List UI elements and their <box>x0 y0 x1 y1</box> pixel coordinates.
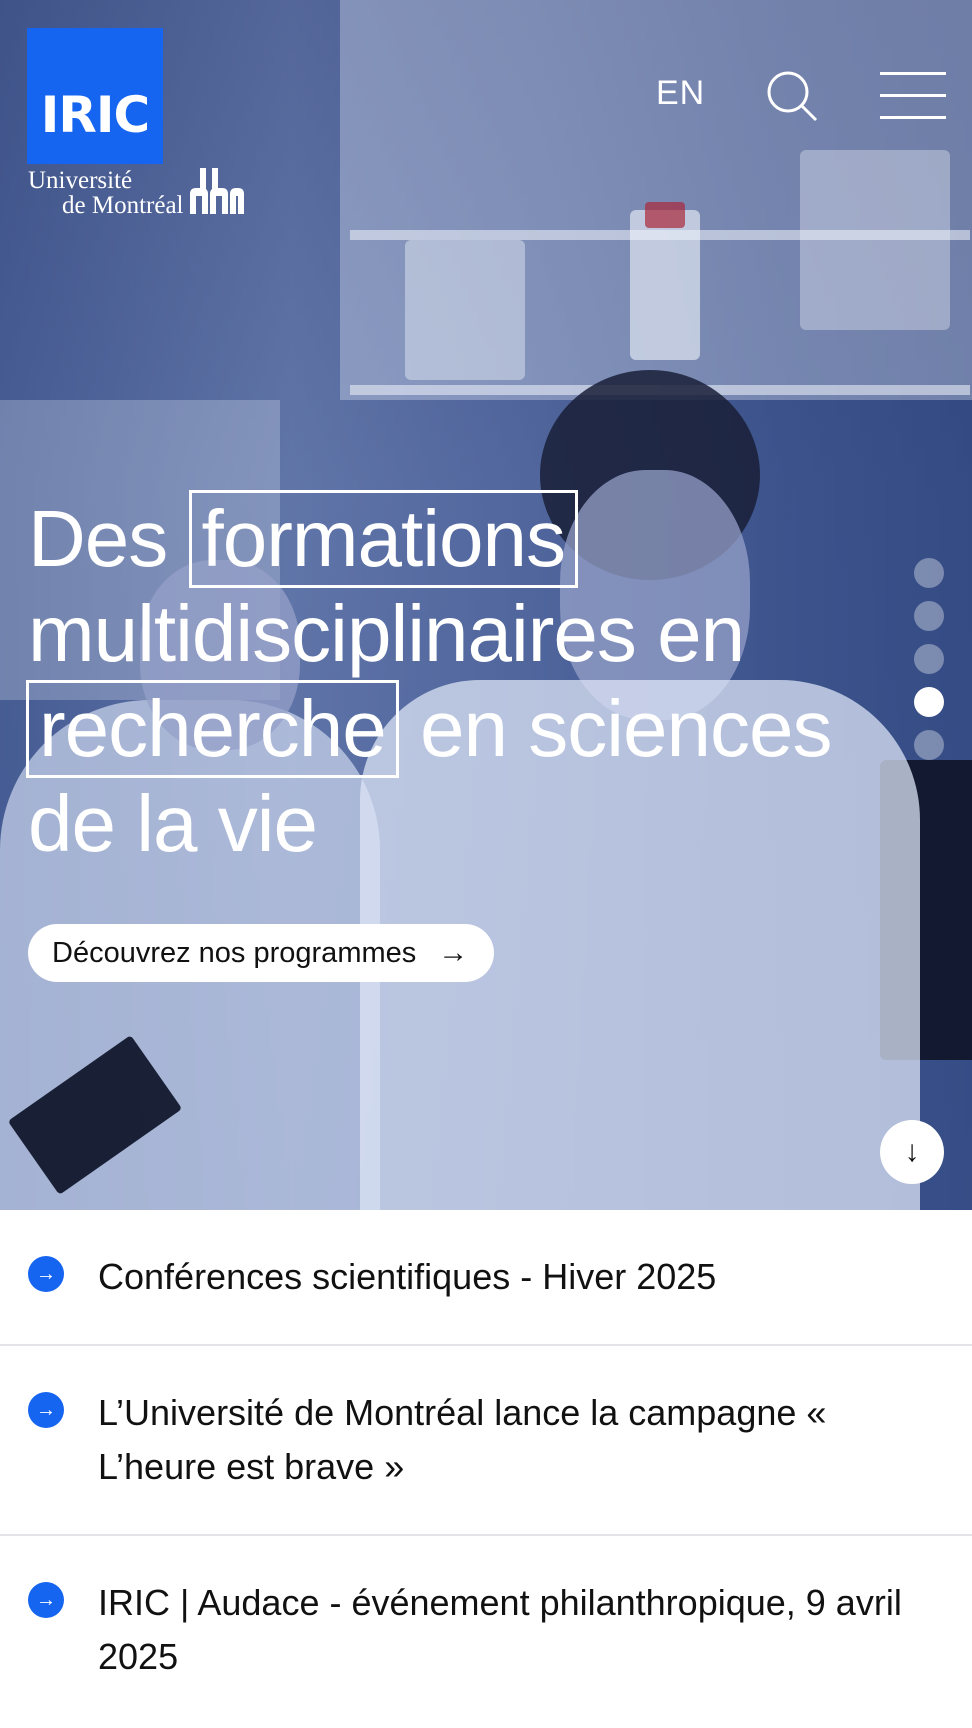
headline-line: multidisciplinaires en <box>28 589 745 678</box>
scroll-down-button[interactable]: ↓ <box>880 1120 944 1184</box>
um-emblem-icon <box>190 168 244 214</box>
menu-button[interactable] <box>880 72 946 120</box>
iric-logo[interactable]: IRIC <box>27 28 163 164</box>
arrow-right-icon: → <box>28 1392 64 1428</box>
slider-dot[interactable] <box>914 558 944 588</box>
hero-headline: Des formations multidisciplinaires en re… <box>26 490 928 870</box>
news-item[interactable]: → Conférences scientifiques - Hiver 2025 <box>0 1210 972 1346</box>
headline-boxed-word: formations <box>188 490 578 588</box>
background-bottle <box>630 210 700 360</box>
arrow-right-icon: → <box>28 1256 64 1292</box>
headline-word: en sciences <box>419 684 832 773</box>
university-name-line2: de Montréal <box>62 192 184 219</box>
background-bottle-cap <box>645 202 685 228</box>
news-title: IRIC | Audace - événement philanthropiqu… <box>98 1582 902 1677</box>
headline-word: Des <box>28 494 168 583</box>
news-item[interactable]: → IRIC | Audace - événement philanthropi… <box>0 1536 972 1724</box>
hero-banner: IRIC Université de Montréal EN Des forma… <box>0 0 972 1210</box>
universite-de-montreal-logo[interactable]: Université de Montréal <box>28 167 244 219</box>
arrow-right-icon: → <box>28 1582 64 1618</box>
news-list: → Conférences scientifiques - Hiver 2025… <box>0 1210 972 1724</box>
search-button[interactable] <box>766 70 818 122</box>
university-name-line1: Université <box>28 167 133 194</box>
news-title: L’Université de Montréal lance la campag… <box>98 1392 827 1487</box>
slider-pagination <box>914 558 944 773</box>
news-item[interactable]: → L’Université de Montréal lance la camp… <box>0 1346 972 1536</box>
slider-dot[interactable] <box>914 644 944 674</box>
logo-text: IRIC <box>40 86 150 144</box>
headline-boxed-word: recherche <box>26 680 399 778</box>
search-icon <box>767 71 818 122</box>
cta-label: Découvrez nos programmes <box>52 936 417 969</box>
discover-programs-button[interactable]: Découvrez nos programmes → <box>28 924 495 982</box>
language-switch-link[interactable]: EN <box>656 74 705 113</box>
background-box <box>800 150 950 330</box>
arrow-down-icon: ↓ <box>904 1135 920 1168</box>
hamburger-menu-icon <box>880 94 946 97</box>
slider-dot[interactable] <box>914 601 944 631</box>
slider-dot[interactable] <box>914 730 944 760</box>
arrow-right-icon: → <box>438 936 469 969</box>
hamburger-menu-icon <box>880 116 946 119</box>
background-box <box>405 240 525 380</box>
slider-dot-active[interactable] <box>914 687 944 717</box>
news-title: Conférences scientifiques - Hiver 2025 <box>98 1256 717 1297</box>
hamburger-menu-icon <box>880 72 946 75</box>
headline-line: de la vie <box>28 779 318 868</box>
